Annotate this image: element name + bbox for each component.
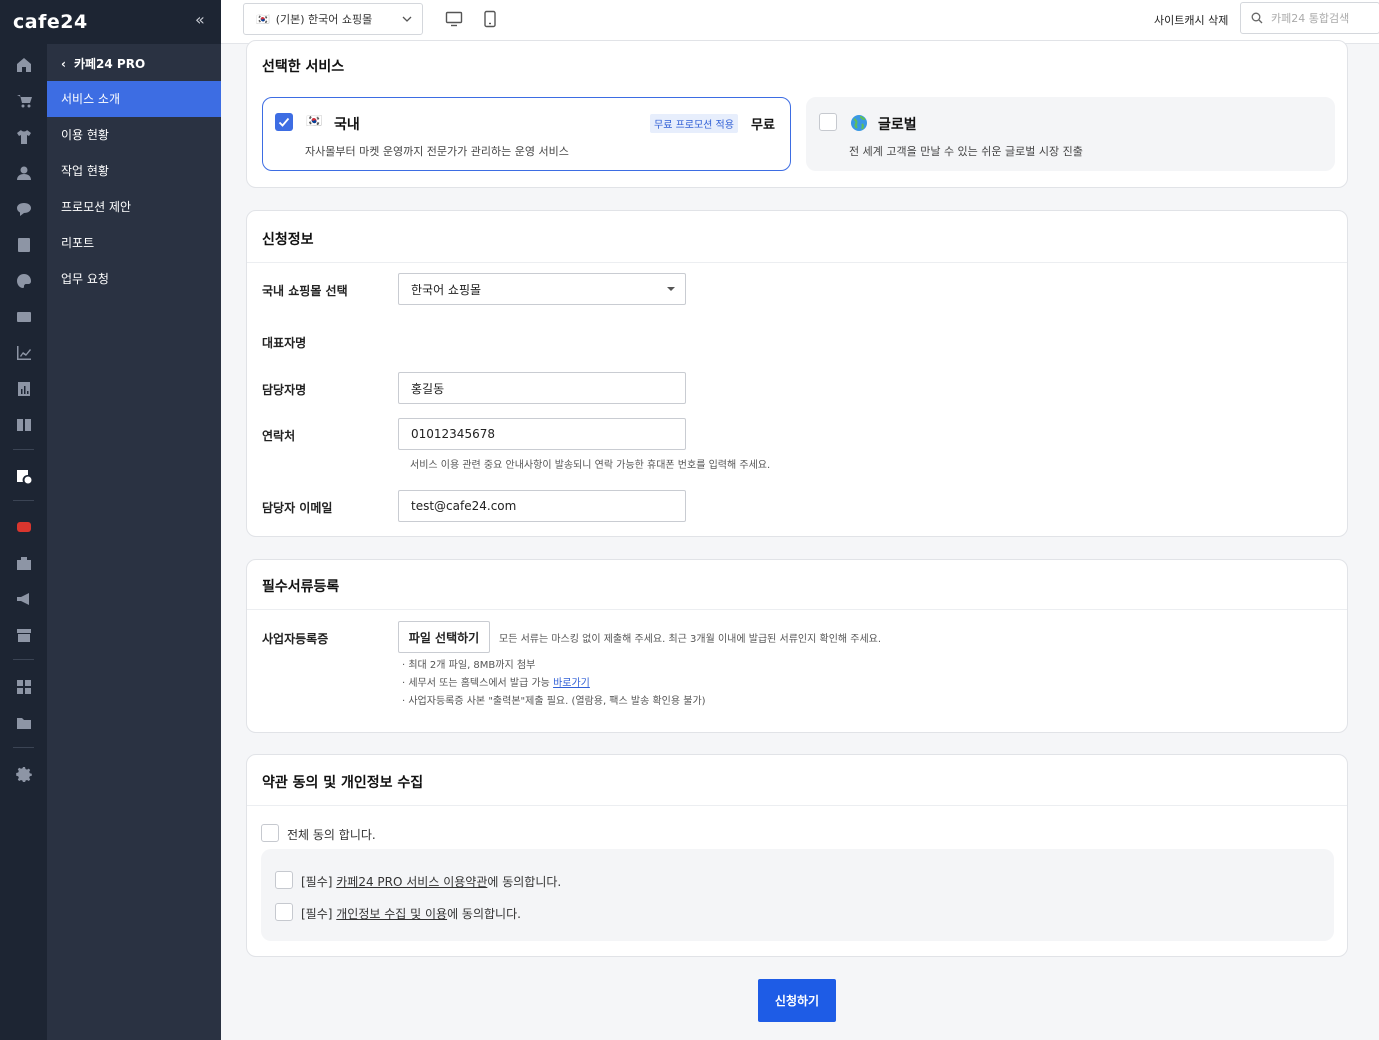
cart-icon[interactable] bbox=[15, 92, 32, 109]
service-description: 전 세계 고객을 만날 수 있는 쉬운 글로벌 시장 진출 bbox=[849, 145, 1083, 158]
chat-icon[interactable] bbox=[15, 200, 32, 217]
desktop-view-icon[interactable] bbox=[445, 10, 463, 28]
manager-name-field[interactable] bbox=[398, 372, 686, 404]
menu-item-promotion-proposal[interactable]: 프로모션 제안 bbox=[47, 189, 221, 225]
korea-flag-icon: 🇰🇷 bbox=[256, 12, 270, 26]
file-note: 모든 서류는 마스킹 없이 제출해 주세요. 최근 3개월 이내에 발급된 서류… bbox=[499, 634, 882, 645]
representative-label: 대표자명 bbox=[262, 336, 307, 350]
collapse-sidebar-icon[interactable]: « bbox=[195, 10, 205, 29]
section-title: 약관 동의 및 개인정보 수집 bbox=[262, 775, 424, 791]
contact-help-text: 서비스 이용 관련 중요 안내사항이 발송되니 연락 가능한 휴대폰 번호를 입… bbox=[410, 460, 771, 471]
board-icon[interactable] bbox=[15, 236, 32, 253]
agree-suffix: 에 동의합니다. bbox=[487, 875, 562, 889]
promotion-badge: 무료 프로모션 적용 bbox=[650, 114, 738, 133]
folder-icon[interactable] bbox=[15, 714, 32, 731]
promotion-icon[interactable] bbox=[15, 308, 32, 325]
agree-all-checkbox[interactable] bbox=[261, 824, 279, 842]
mobile-view-icon[interactable] bbox=[481, 10, 499, 28]
checkbox-global[interactable] bbox=[819, 113, 837, 131]
search-placeholder: 카페24 통합검색 bbox=[1271, 12, 1350, 25]
required-tag: [필수] bbox=[301, 875, 337, 889]
stats-icon[interactable] bbox=[15, 344, 32, 361]
book-icon[interactable] bbox=[15, 416, 32, 433]
contact-field[interactable] bbox=[398, 418, 686, 450]
cafe24-logo[interactable]: cafe24 bbox=[13, 11, 88, 33]
site-cache-delete-link[interactable]: 사이트캐시 삭제 bbox=[1154, 12, 1228, 28]
apply-button[interactable]: 신청하기 bbox=[758, 979, 836, 1022]
required-documents-card: 필수서류등록 사업자등록증 파일 선택하기 모든 서류는 마스킹 없이 제출해 … bbox=[246, 559, 1348, 733]
manager-name-label: 담당자명 bbox=[262, 383, 307, 397]
service-terms-link[interactable]: 카페24 PRO 서비스 이용약관 bbox=[336, 875, 487, 889]
required-tag: [필수] bbox=[301, 907, 337, 921]
privacy-terms-label[interactable]: [필수] 개인정보 수집 및 이용에 동의합니다. bbox=[301, 905, 521, 922]
shop-select-dropdown[interactable]: 한국어 쇼핑몰 bbox=[398, 273, 686, 305]
service-name: 국내 bbox=[334, 117, 360, 133]
submenu-title: 카페24 PRO bbox=[73, 57, 146, 71]
selected-service-card: 선택한 서비스 🇰🇷 국내 무료 프로모션 적용 무료 자사몰부터 마켓 운영까… bbox=[246, 40, 1348, 188]
menu-item-service-intro[interactable]: 서비스 소개 bbox=[47, 81, 221, 117]
logo-bar: cafe24 « bbox=[0, 0, 221, 44]
manager-email-label: 담당자 이메일 bbox=[262, 501, 333, 515]
chevron-left-icon: ‹ bbox=[61, 56, 66, 71]
shop-select-value: 한국어 쇼핑몰 bbox=[411, 282, 482, 297]
shop-icon[interactable] bbox=[15, 626, 32, 643]
pro-service-icon[interactable] bbox=[15, 467, 32, 484]
menu-item-work-request[interactable]: 업무 요청 bbox=[47, 261, 221, 297]
shop-select-label: 국내 쇼핑몰 선택 bbox=[262, 284, 348, 298]
privacy-terms-link[interactable]: 개인정보 수집 및 이용 bbox=[336, 907, 447, 921]
service-terms-checkbox[interactable] bbox=[275, 871, 293, 889]
apps-icon[interactable] bbox=[15, 678, 32, 695]
terms-agreement-card: 약관 동의 및 개인정보 수집 전체 동의 합니다. [필수] 카페24 PRO… bbox=[246, 754, 1348, 957]
privacy-terms-checkbox[interactable] bbox=[275, 903, 293, 921]
terms-list: [필수] 카페24 PRO 서비스 이용약관에 동의합니다. [필수] 개인정보… bbox=[261, 849, 1334, 941]
user-icon[interactable] bbox=[15, 164, 32, 181]
chevron-down-icon bbox=[402, 16, 412, 22]
shirt-icon[interactable] bbox=[15, 128, 32, 145]
service-name: 글로벌 bbox=[878, 117, 917, 133]
section-title: 필수서류등록 bbox=[262, 579, 340, 595]
icon-rail bbox=[0, 0, 47, 1040]
contact-label: 연락처 bbox=[262, 429, 296, 443]
palette-icon[interactable] bbox=[15, 272, 32, 289]
file-select-button[interactable]: 파일 선택하기 bbox=[398, 621, 490, 653]
megaphone-icon[interactable] bbox=[15, 590, 32, 607]
service-option-global[interactable]: 글로벌 전 세계 고객을 만날 수 있는 쉬운 글로벌 시장 진출 bbox=[806, 97, 1335, 171]
service-option-domestic[interactable]: 🇰🇷 국내 무료 프로모션 적용 무료 자사몰부터 마켓 운영까지 전문가가 관… bbox=[262, 97, 791, 171]
file-limit-note: · 최대 2개 파일, 8MB까지 첨부 bbox=[402, 660, 536, 671]
search-icon bbox=[1251, 12, 1263, 24]
report-icon[interactable] bbox=[15, 380, 32, 397]
youtube-icon[interactable] bbox=[15, 518, 32, 535]
menu-item-report[interactable]: 리포트 bbox=[47, 225, 221, 261]
menu-item-work-status[interactable]: 작업 현황 bbox=[47, 153, 221, 189]
global-search-input[interactable]: 카페24 통합검색 bbox=[1240, 2, 1379, 34]
printout-note: · 사업자등록증 사본 "출력본"제출 필요. (열람용, 팩스 발송 확인용 … bbox=[402, 696, 706, 707]
globe-icon bbox=[851, 115, 867, 131]
application-info-card: 신청정보 국내 쇼핑몰 선택 한국어 쇼핑몰 대표자명 담당자명 연락처 서비스… bbox=[246, 210, 1348, 537]
top-bar: 🇰🇷 (기본) 한국어 쇼핑몰 사이트캐시 삭제 카페24 통합검색 bbox=[221, 0, 1379, 44]
caret-down-icon bbox=[667, 287, 675, 291]
store-icon[interactable] bbox=[15, 554, 32, 571]
settings-icon[interactable] bbox=[15, 765, 32, 782]
service-price: 무료 bbox=[751, 118, 775, 133]
home-icon[interactable] bbox=[15, 56, 32, 73]
section-title: 선택한 서비스 bbox=[262, 59, 345, 75]
business-registration-label: 사업자등록증 bbox=[262, 632, 329, 646]
service-description: 자사몰부터 마켓 운영까지 전문가가 관리하는 운영 서비스 bbox=[305, 145, 569, 158]
manager-email-field[interactable] bbox=[398, 490, 686, 522]
submenu-back-link[interactable]: ‹ 카페24 PRO bbox=[61, 55, 145, 72]
shop-selector[interactable]: 🇰🇷 (기본) 한국어 쇼핑몰 bbox=[243, 3, 423, 35]
shop-selector-label: (기본) 한국어 쇼핑몰 bbox=[275, 13, 373, 26]
service-terms-label[interactable]: [필수] 카페24 PRO 서비스 이용약관에 동의합니다. bbox=[301, 873, 561, 890]
agree-all-label[interactable]: 전체 동의 합니다. bbox=[287, 826, 376, 843]
issue-location-text: · 세무서 또는 홈텍스에서 발급 가능 bbox=[402, 678, 554, 689]
shortcut-link[interactable]: 바로가기 bbox=[553, 678, 590, 689]
agree-suffix: 에 동의합니다. bbox=[447, 907, 521, 921]
section-title: 신청정보 bbox=[262, 232, 314, 248]
checkbox-domestic[interactable] bbox=[275, 113, 293, 131]
menu-item-usage-status[interactable]: 이용 현황 bbox=[47, 117, 221, 153]
submenu: ‹ 카페24 PRO 서비스 소개 이용 현황 작업 현황 프로모션 제안 리포… bbox=[47, 44, 221, 1040]
issue-location-note: · 세무서 또는 홈텍스에서 발급 가능 바로가기 bbox=[402, 674, 590, 689]
check-icon bbox=[278, 117, 290, 127]
korea-flag-icon: 🇰🇷 bbox=[306, 114, 323, 129]
